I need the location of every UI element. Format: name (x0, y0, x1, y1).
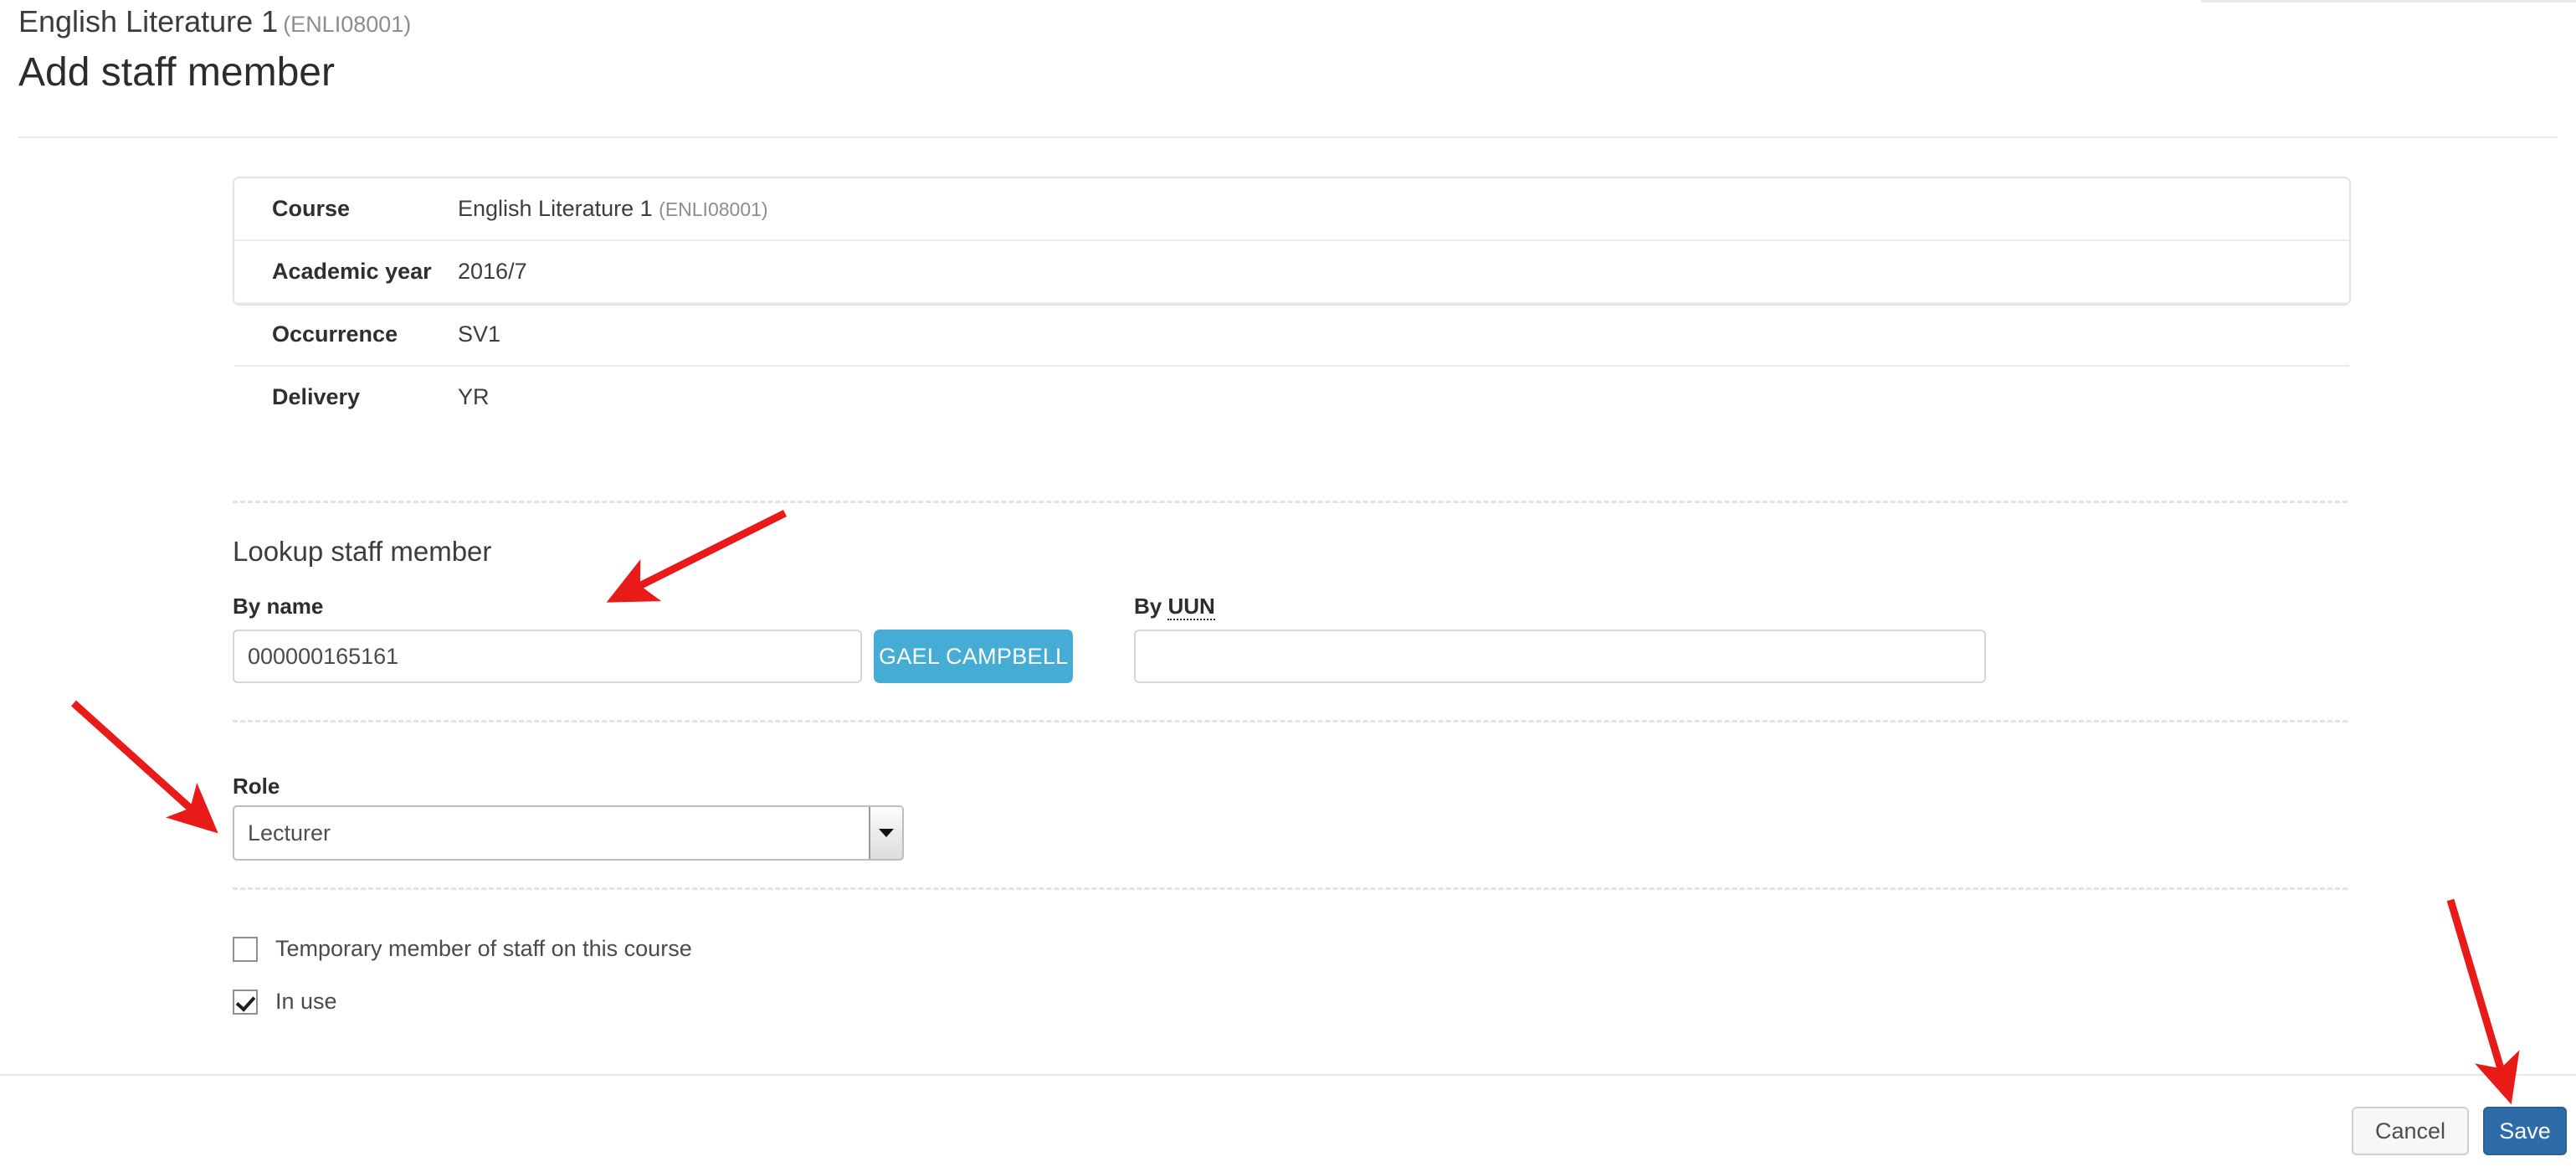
info-label-delivery: Delivery (234, 365, 453, 428)
cancel-button[interactable]: Cancel (2352, 1107, 2469, 1155)
checkbox-row-in-use[interactable]: In use (233, 989, 337, 1015)
divider-above-role (233, 720, 2348, 722)
info-value-course-text: English Literature 1 (458, 196, 653, 221)
header-divider (18, 136, 2558, 138)
by-uun-label-prefix: By (1134, 594, 1168, 619)
checkbox-in-use[interactable] (233, 989, 258, 1015)
checkbox-temporary-staff[interactable] (233, 936, 258, 962)
save-button[interactable]: Save (2483, 1107, 2567, 1155)
breadcrumb-course-name: English Literature 1 (18, 4, 279, 39)
table-row: Academic year 2016/7 (234, 239, 2349, 303)
course-info-card: Course English Literature 1 (ENLI08001) … (233, 177, 2351, 428)
table-row: Delivery YR (234, 365, 2349, 428)
info-value-course-code: (ENLI08001) (659, 198, 768, 220)
by-uun-input[interactable] (1134, 630, 1986, 683)
page-header: English Literature 1 (ENLI08001) Add staf… (18, 0, 2558, 93)
by-uun-label: By UUN (1134, 594, 1215, 620)
arrow-to-role-select (70, 700, 218, 834)
arrow-to-by-name-field (606, 509, 788, 603)
table-row: Course English Literature 1 (ENLI08001) (234, 178, 2349, 240)
course-info-table: Course English Literature 1 (ENLI08001) … (234, 178, 2349, 428)
info-value-course: English Literature 1 (ENLI08001) (453, 178, 2349, 240)
table-row: Occurrence SV1 (234, 302, 2349, 366)
role-label: Role (233, 774, 280, 799)
info-value-delivery: YR (453, 365, 2349, 428)
by-name-input[interactable] (233, 630, 862, 683)
annotation-arrow-layer (70, 509, 2520, 1105)
footer-divider (0, 1074, 2576, 1076)
info-value-occurrence: SV1 (453, 302, 2349, 366)
checkbox-label-in-use: In use (275, 989, 337, 1014)
by-name-label: By name (233, 594, 324, 619)
breadcrumb-course-code: (ENLI08001) (283, 12, 412, 37)
divider-above-checkboxes (233, 887, 2348, 890)
arrow-to-save-button (2446, 898, 2520, 1105)
breadcrumb-course: English Literature 1 (ENLI08001) (18, 0, 2558, 37)
divider-above-lookup (233, 501, 2348, 503)
lookup-section-heading: Lookup staff member (233, 536, 492, 567)
page-title: Add staff member (18, 50, 335, 95)
checkbox-row-temporary-staff[interactable]: Temporary member of staff on this course (233, 936, 692, 962)
role-select-value: Lecturer (248, 820, 331, 846)
info-value-academic-year: 2016/7 (453, 239, 2349, 303)
uun-abbr: UUN (1167, 594, 1215, 620)
checkbox-label-temporary-staff: Temporary member of staff on this course (275, 936, 692, 961)
info-label-occurrence: Occurrence (234, 302, 453, 366)
info-label-academic-year: Academic year (234, 239, 453, 303)
info-label-course: Course (272, 196, 351, 221)
caret-glyph (879, 829, 894, 837)
role-select[interactable]: Lecturer (233, 805, 904, 861)
lookup-result-button[interactable]: GAEL CAMPBELL (874, 630, 1073, 683)
chevron-down-icon[interactable] (869, 807, 902, 859)
